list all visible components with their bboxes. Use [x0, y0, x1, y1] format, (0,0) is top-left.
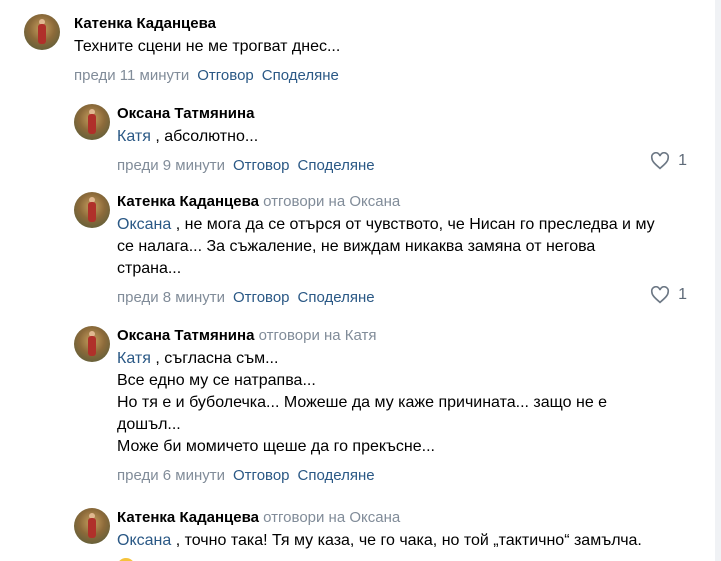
comment-time[interactable]: преди 6 минути	[117, 467, 225, 484]
comment: Оксана Татмянина отговори на Катя Катя ,…	[0, 318, 715, 500]
comment-text: Катя , съгласна съм... Все едно му се на…	[117, 350, 608, 455]
avatar[interactable]	[74, 104, 110, 140]
mention-link[interactable]: Оксана	[117, 216, 171, 233]
mention-link[interactable]: Катя	[117, 350, 151, 367]
like-button[interactable]: 1	[650, 286, 687, 304]
replied-to[interactable]: отговори на Оксана	[263, 193, 400, 210]
heart-icon	[651, 286, 670, 304]
scrollbar[interactable]	[715, 0, 721, 561]
share-button[interactable]: Споделяне	[298, 157, 375, 174]
avatar[interactable]	[24, 14, 60, 50]
avatar[interactable]	[74, 508, 110, 544]
replied-to[interactable]: отговори на Катя	[259, 327, 377, 344]
comment-author[interactable]: Катенка Каданцева	[74, 15, 216, 32]
replied-to[interactable]: отговори на Оксана	[263, 509, 400, 526]
comment-text: Оксана , точно така! Тя му каза, че го ч…	[117, 530, 707, 561]
share-button[interactable]: Споделяне	[262, 67, 339, 84]
share-button[interactable]: Споделяне	[298, 289, 375, 306]
comment-text: Оксана , не мога да се отърся от чувство…	[117, 216, 655, 277]
comment: Катенка Каданцева Техните сцени не ме тр…	[0, 0, 715, 96]
like-count: 1	[678, 286, 687, 303]
comment: Оксана Татмянина Катя , абсолютно... пре…	[0, 96, 715, 184]
mention-link[interactable]: Катя	[117, 128, 151, 145]
reply-button[interactable]: Отговор	[233, 289, 290, 306]
comment-author[interactable]: Катенка Каданцева	[117, 509, 259, 526]
mention-link[interactable]: Оксана	[117, 532, 171, 549]
avatar[interactable]	[74, 192, 110, 228]
comment-text: Катя , абсолютно...	[117, 128, 259, 145]
comment-text: Техните сцени не ме трогват днес...	[74, 38, 341, 55]
comment: Катенка Каданцева отговори на Оксана Окс…	[0, 184, 715, 318]
comment-author[interactable]: Катенка Каданцева	[117, 193, 259, 210]
avatar[interactable]	[74, 326, 110, 362]
like-button[interactable]: 1	[650, 152, 687, 170]
reply-button[interactable]: Отговор	[197, 67, 254, 84]
comment-time[interactable]: преди 9 минути	[117, 157, 225, 174]
comment: Катенка Каданцева отговори на Оксана Окс…	[0, 500, 715, 561]
comment-author[interactable]: Оксана Татмянина	[117, 105, 254, 122]
heart-icon	[651, 152, 670, 170]
reply-button[interactable]: Отговор	[233, 157, 290, 174]
share-button[interactable]: Споделяне	[298, 467, 375, 484]
reply-button[interactable]: Отговор	[233, 467, 290, 484]
comment-author[interactable]: Оксана Татмянина	[117, 327, 254, 344]
like-count: 1	[678, 152, 687, 169]
comment-time[interactable]: преди 11 минути	[74, 67, 189, 84]
comment-time[interactable]: преди 8 минути	[117, 289, 225, 306]
